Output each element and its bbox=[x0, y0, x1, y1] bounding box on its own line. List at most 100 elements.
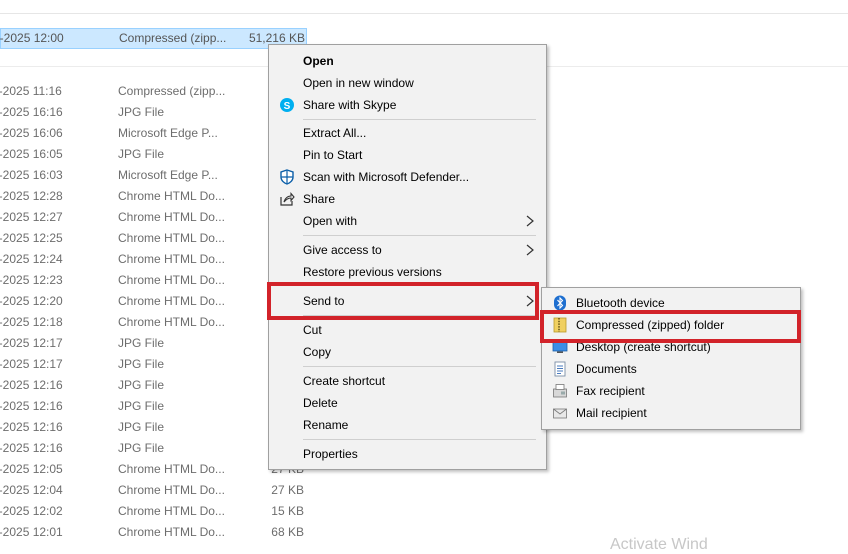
file-row[interactable]: 2-2025 12:04 Chrome HTML Do... 27 KB bbox=[0, 480, 848, 501]
menu-item-label: Delete bbox=[303, 396, 338, 410]
file-type: JPG File bbox=[118, 441, 165, 455]
menu-item-send-to[interactable]: Send to bbox=[269, 290, 546, 312]
menu-item-open-with[interactable]: Open with bbox=[269, 210, 546, 232]
menu-item-cut[interactable]: Cut bbox=[269, 319, 546, 341]
menu-item-pin-to-start[interactable]: Pin to Start bbox=[269, 144, 546, 166]
submenu-item-desktop[interactable]: Desktop (create shortcut) bbox=[542, 336, 800, 358]
file-date: 2-2025 12:16 bbox=[0, 378, 63, 392]
list-top-border bbox=[0, 13, 848, 14]
zip-folder-icon bbox=[553, 317, 567, 333]
fax-icon bbox=[553, 384, 567, 398]
menu-item-rename[interactable]: Rename bbox=[269, 414, 546, 436]
file-date: 2-2025 16:06 bbox=[0, 126, 63, 140]
submenu-item-compressed-folder[interactable]: Compressed (zipped) folder bbox=[542, 314, 800, 336]
file-type: Chrome HTML Do... bbox=[118, 462, 225, 476]
menu-item-label: Restore previous versions bbox=[303, 265, 442, 279]
menu-item-label: Create shortcut bbox=[303, 374, 386, 388]
file-type: Chrome HTML Do... bbox=[118, 483, 225, 497]
menu-separator bbox=[303, 285, 536, 286]
submenu-item-label: Desktop (create shortcut) bbox=[576, 340, 711, 354]
submenu-item-label: Bluetooth device bbox=[576, 296, 665, 310]
menu-item-copy[interactable]: Copy bbox=[269, 341, 546, 363]
file-type: JPG File bbox=[118, 420, 165, 434]
desktop-icon bbox=[552, 341, 568, 353]
menu-item-label: Open in new window bbox=[303, 76, 414, 90]
menu-item-label: Open with bbox=[303, 214, 358, 228]
menu-item-delete[interactable]: Delete bbox=[269, 392, 546, 414]
file-date: 2-2025 12:16 bbox=[0, 420, 63, 434]
menu-separator bbox=[303, 119, 536, 120]
documents-icon bbox=[554, 361, 566, 377]
file-size: 15 KB bbox=[271, 504, 304, 518]
file-date: 2-2025 12:24 bbox=[0, 252, 63, 266]
menu-item-restore-versions[interactable]: Restore previous versions bbox=[269, 261, 546, 283]
menu-separator bbox=[303, 235, 536, 236]
submenu-item-label: Compressed (zipped) folder bbox=[576, 318, 725, 332]
menu-item-label: Extract All... bbox=[303, 126, 367, 140]
skype-icon: S bbox=[280, 98, 294, 112]
file-type: JPG File bbox=[118, 378, 165, 392]
file-date: 2-2025 16:05 bbox=[0, 147, 63, 161]
file-date: 2-2025 16:16 bbox=[0, 105, 63, 119]
file-type: Chrome HTML Do... bbox=[118, 252, 225, 266]
menu-item-label: Send to bbox=[303, 294, 345, 308]
file-type: Chrome HTML Do... bbox=[118, 273, 225, 287]
file-type: Chrome HTML Do... bbox=[118, 294, 225, 308]
menu-separator bbox=[303, 439, 536, 440]
file-date: 2-2025 12:01 bbox=[0, 525, 63, 539]
send-to-submenu: Bluetooth device Compressed (zipped) fol… bbox=[541, 287, 801, 430]
file-row[interactable]: 2-2025 12:02 Chrome HTML Do... 15 KB bbox=[0, 501, 848, 522]
file-type: Chrome HTML Do... bbox=[118, 189, 225, 203]
menu-item-give-access[interactable]: Give access to bbox=[269, 239, 546, 261]
file-date: 2-2025 12:28 bbox=[0, 189, 63, 203]
svg-text:S: S bbox=[284, 101, 291, 112]
file-type: Chrome HTML Do... bbox=[118, 210, 225, 224]
submenu-item-documents[interactable]: Documents bbox=[542, 358, 800, 380]
file-date: 2-2025 12:17 bbox=[0, 357, 63, 371]
file-date: 2-2025 12:16 bbox=[0, 441, 63, 455]
submenu-item-label: Fax recipient bbox=[576, 384, 645, 398]
menu-item-label: Scan with Microsoft Defender... bbox=[303, 170, 470, 184]
file-type: Compressed (zipp... bbox=[118, 84, 226, 98]
menu-item-share[interactable]: Share bbox=[269, 188, 546, 210]
share-icon bbox=[280, 192, 295, 206]
file-size: 68 KB bbox=[271, 525, 304, 539]
file-type: Chrome HTML Do... bbox=[118, 504, 225, 518]
file-type: JPG File bbox=[118, 336, 165, 350]
file-date: 2-2025 11:16 bbox=[0, 84, 62, 98]
menu-item-label: Copy bbox=[303, 345, 332, 359]
chevron-right-icon bbox=[526, 215, 534, 227]
file-type: Chrome HTML Do... bbox=[118, 525, 225, 539]
menu-separator bbox=[303, 315, 536, 316]
submenu-item-fax[interactable]: Fax recipient bbox=[542, 380, 800, 402]
file-row[interactable]: 2-2025 12:00 Compressed (zipp... 51,216 KB bbox=[0, 28, 307, 49]
file-date: 2-2025 12:18 bbox=[0, 315, 63, 329]
mail-icon bbox=[553, 408, 567, 419]
file-date: 2-2025 12:17 bbox=[0, 336, 63, 350]
submenu-item-mail[interactable]: Mail recipient bbox=[542, 402, 800, 424]
file-type: JPG File bbox=[118, 105, 165, 119]
menu-item-scan-defender[interactable]: Scan with Microsoft Defender... bbox=[269, 166, 546, 188]
file-type: JPG File bbox=[118, 399, 165, 413]
bluetooth-icon bbox=[554, 295, 566, 311]
menu-item-open[interactable]: Open bbox=[269, 50, 546, 72]
menu-item-label: Properties bbox=[303, 447, 358, 461]
menu-item-create-shortcut[interactable]: Create shortcut bbox=[269, 370, 546, 392]
menu-item-label: Rename bbox=[303, 418, 349, 432]
file-type: Microsoft Edge P... bbox=[118, 168, 218, 182]
file-row[interactable]: 2-2025 12:01 Chrome HTML Do... 68 KB bbox=[0, 522, 848, 543]
activate-windows-watermark: Activate Wind bbox=[610, 536, 708, 553]
submenu-item-bluetooth[interactable]: Bluetooth device bbox=[542, 292, 800, 314]
menu-item-share-skype[interactable]: S Share with Skype bbox=[269, 94, 546, 116]
menu-item-extract-all[interactable]: Extract All... bbox=[269, 122, 546, 144]
file-type: Chrome HTML Do... bbox=[118, 315, 225, 329]
file-date: 2-2025 12:05 bbox=[0, 462, 63, 476]
file-date: 2-2025 12:27 bbox=[0, 210, 63, 224]
menu-item-label: Cut bbox=[303, 323, 322, 337]
menu-item-properties[interactable]: Properties bbox=[269, 443, 546, 465]
file-type: JPG File bbox=[118, 357, 165, 371]
context-menu: Open Open in new window S Share with Sky… bbox=[268, 44, 547, 470]
file-date: 2-2025 12:25 bbox=[0, 231, 63, 245]
menu-item-label: Share bbox=[303, 192, 336, 206]
menu-item-open-new-window[interactable]: Open in new window bbox=[269, 72, 546, 94]
